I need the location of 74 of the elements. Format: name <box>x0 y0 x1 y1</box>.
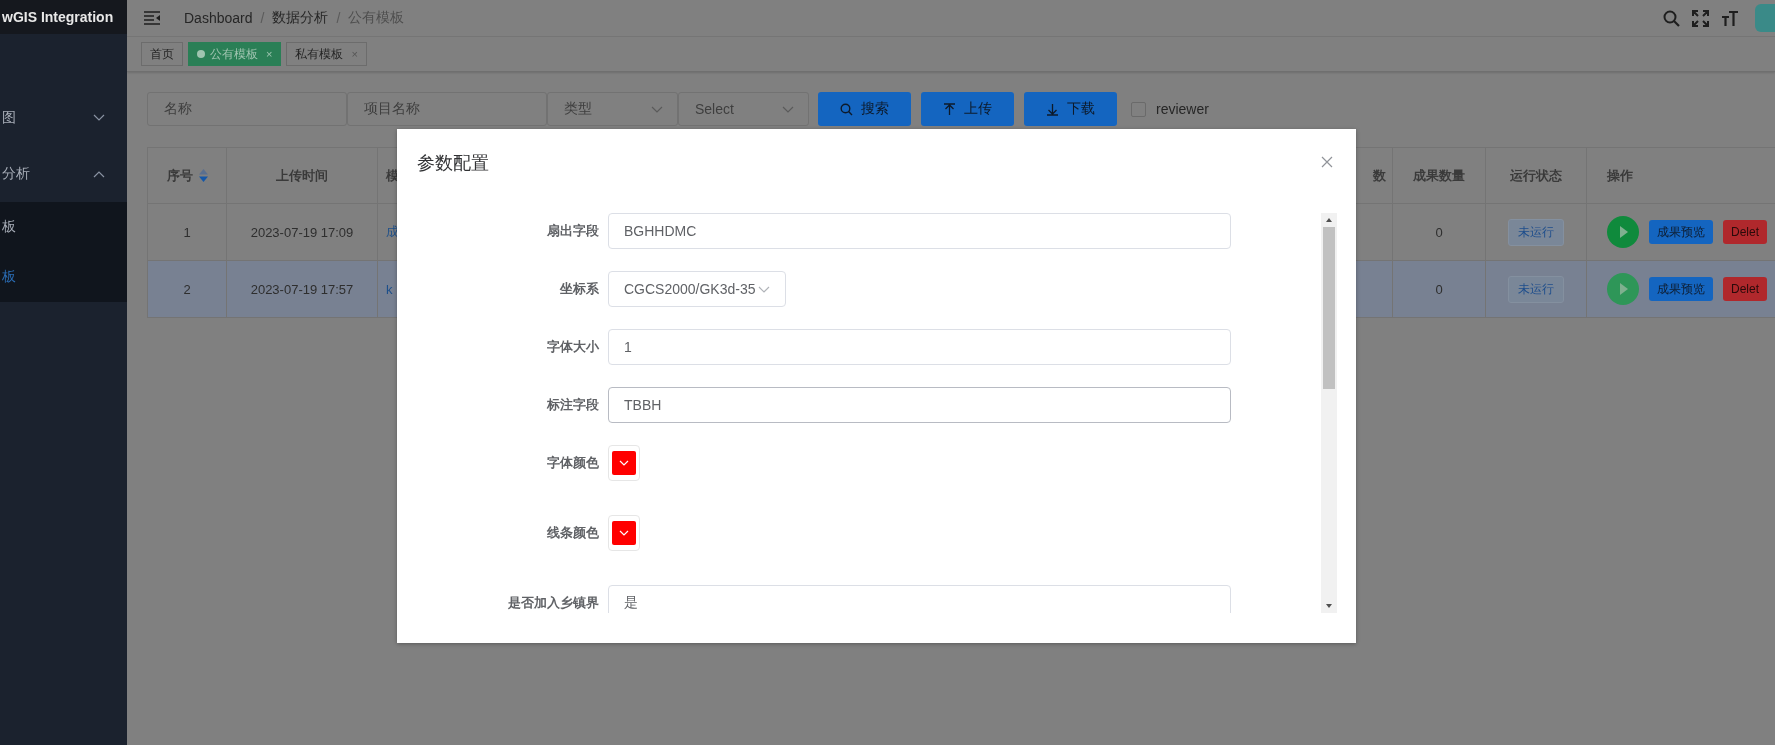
font-size-icon[interactable] <box>1721 9 1739 27</box>
form-label: 扇出字段 <box>546 222 600 240</box>
column-title: 数 <box>1373 166 1386 185</box>
preview-button[interactable]: 成果预览 <box>1649 220 1713 244</box>
chevron-up-icon <box>93 170 105 178</box>
chevron-down-icon <box>619 460 629 466</box>
download-button[interactable]: 下载 <box>1024 92 1117 126</box>
page-tab[interactable]: 私有模板 × <box>286 42 367 66</box>
menu-icon[interactable] <box>144 11 160 25</box>
color-picker[interactable] <box>608 515 640 551</box>
chevron-down-icon <box>782 105 794 113</box>
table-cell: 1 <box>183 224 191 240</box>
input-field[interactable]: TBBH <box>608 387 1231 423</box>
text-field[interactable]: 名称 <box>147 92 347 126</box>
delete-button[interactable]: Delet <box>1723 277 1767 301</box>
table-cell: 0 <box>1435 281 1443 297</box>
close-icon[interactable] <box>1321 156 1333 168</box>
breadcrumb-link[interactable]: Dashboard <box>184 10 253 26</box>
select-field[interactable]: 类型 <box>547 92 678 126</box>
input-field[interactable]: 是 <box>608 585 1231 613</box>
input-field[interactable]: BGHHDMC <box>608 213 1231 249</box>
breadcrumb-separator: / <box>336 10 341 26</box>
table-cell: 2023-07-19 17:09 <box>250 224 354 240</box>
status-tag: 未运行 <box>1508 218 1564 246</box>
form-label: 标注字段 <box>546 396 600 414</box>
delete-button[interactable]: Delet <box>1723 220 1767 244</box>
upload-icon <box>943 102 956 116</box>
download-icon <box>1046 102 1059 116</box>
chevron-down-icon <box>619 530 629 536</box>
form-label: 字体颜色 <box>546 454 600 472</box>
search-icon[interactable] <box>1663 9 1680 27</box>
app-title: wGIS Integration <box>2 9 114 25</box>
select-field[interactable]: Select <box>678 92 809 126</box>
column-title: 操作 <box>1607 166 1633 185</box>
page-tab[interactable]: 公有模板 × <box>188 42 282 66</box>
chevron-down-icon <box>651 105 663 113</box>
text-field[interactable]: 项目名称 <box>347 92 547 126</box>
select-field[interactable]: CGCS2000/GK3d-35 <box>608 271 786 307</box>
column-title: 成果数量 <box>1413 166 1465 185</box>
form-label: 坐标系 <box>559 280 600 298</box>
chevron-down-icon <box>758 285 770 293</box>
table-cell: 2023-07-19 17:57 <box>250 281 354 297</box>
sort-icon[interactable] <box>198 169 208 182</box>
column-title: 序号 <box>166 166 193 185</box>
table-link[interactable]: k <box>386 281 393 297</box>
table-cell: 0 <box>1435 224 1443 240</box>
column-title: 上传时间 <box>276 166 328 185</box>
search-icon <box>840 102 853 116</box>
form-label: 是否加入乡镇界 <box>507 594 600 612</box>
column-header[interactable]: 序号 <box>148 148 227 203</box>
menu-item[interactable]: 图 <box>0 90 127 146</box>
submenu-item[interactable]: 板 <box>0 252 127 302</box>
fullscreen-icon[interactable] <box>1692 9 1709 27</box>
page-tab[interactable]: 首页 <box>141 42 183 66</box>
input-field[interactable]: 1 <box>608 329 1231 365</box>
breadcrumb-separator: / <box>260 10 265 26</box>
play-button[interactable] <box>1607 273 1639 305</box>
status-tag: 未运行 <box>1508 275 1564 303</box>
color-picker[interactable] <box>608 445 640 481</box>
column-title: 运行状态 <box>1510 166 1562 185</box>
play-button[interactable] <box>1607 216 1639 248</box>
chevron-down-icon <box>93 114 105 122</box>
breadcrumb-link[interactable]: 数据分析 <box>272 9 329 27</box>
dialog-title: 参数配置 <box>417 152 489 175</box>
submenu-item[interactable]: 板 <box>0 202 127 252</box>
form-label: 线条颜色 <box>546 524 600 542</box>
checkbox-label: reviewer <box>1156 101 1209 117</box>
table-cell: 2 <box>183 281 191 297</box>
scrollbar[interactable] <box>1321 213 1337 613</box>
upload-button[interactable]: 上传 <box>921 92 1014 126</box>
preview-button[interactable]: 成果预览 <box>1649 277 1713 301</box>
search-button[interactable]: 搜索 <box>818 92 911 126</box>
menu-item[interactable]: 分析 <box>0 146 127 202</box>
form-label: 字体大小 <box>546 338 600 356</box>
